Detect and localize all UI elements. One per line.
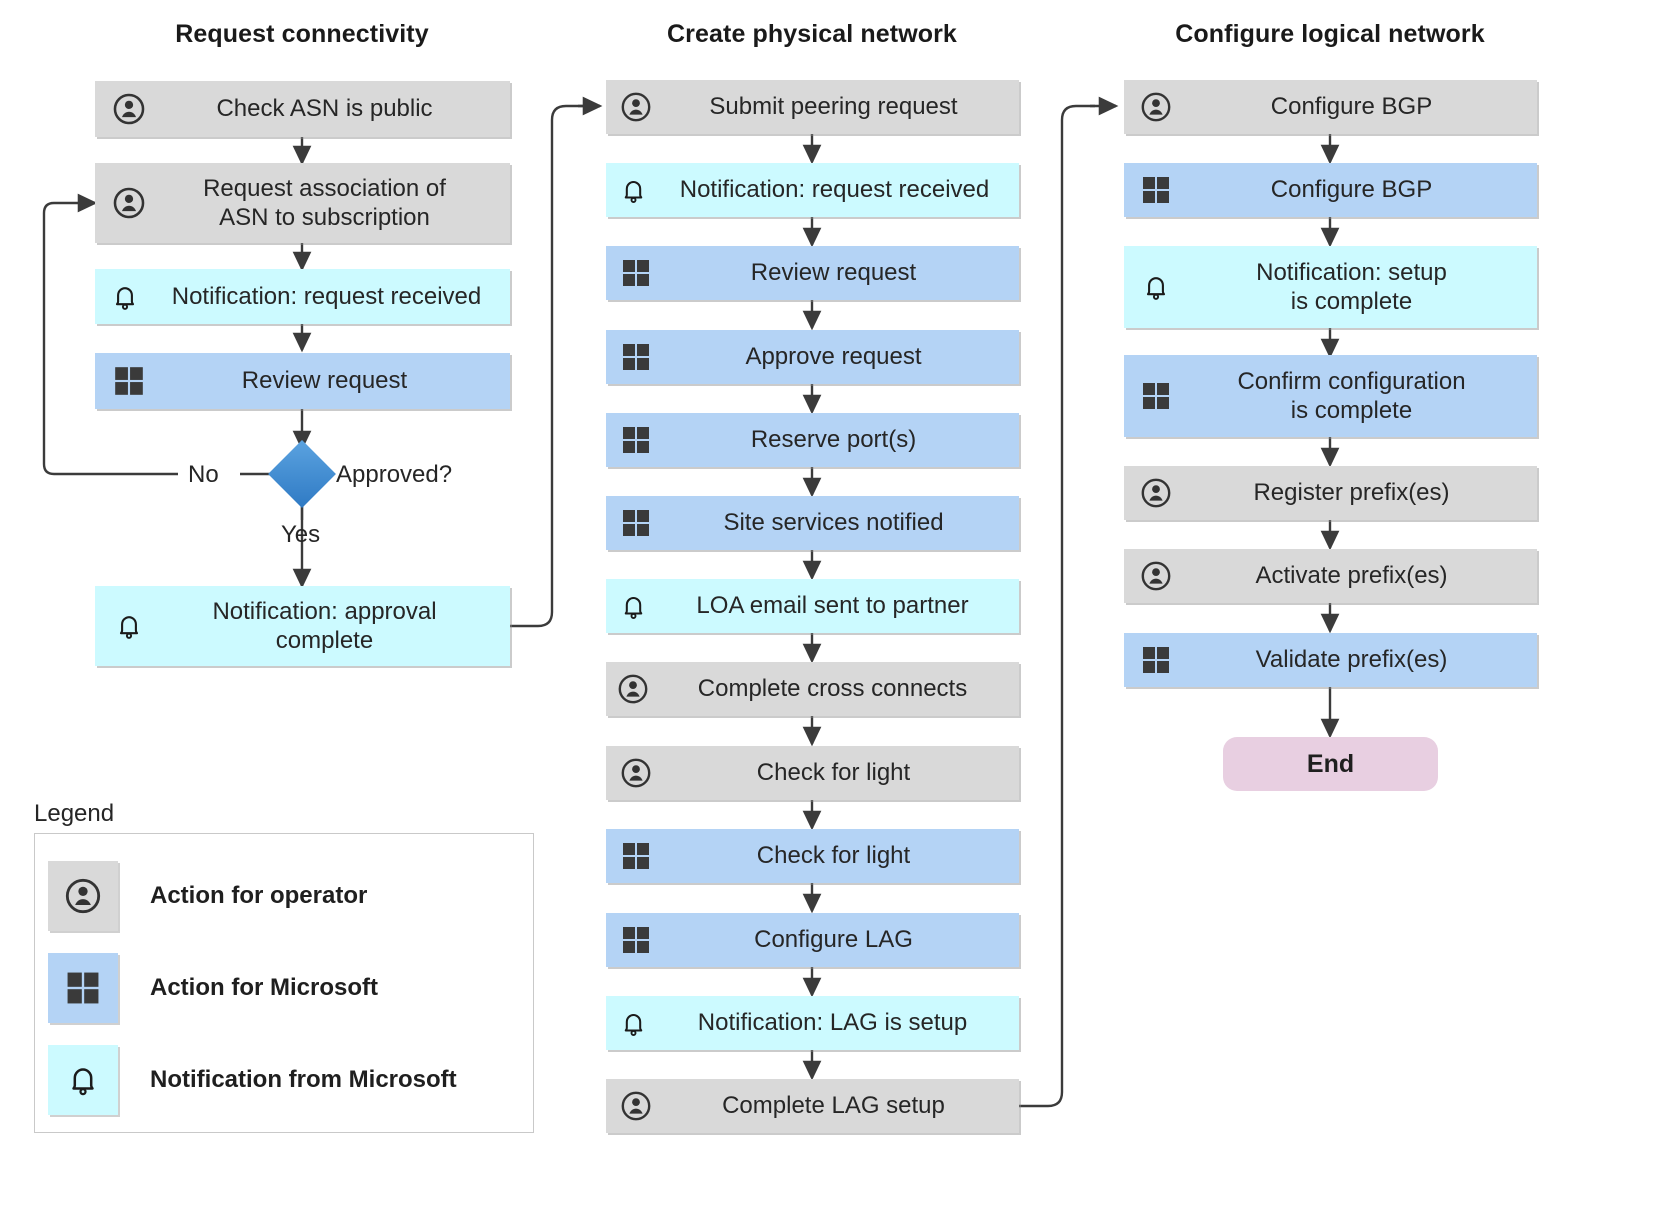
node-site-services-notified[interactable]: Site services notified: [606, 496, 1019, 550]
microsoft-logo-icon: [607, 257, 665, 289]
person-circle-icon: [48, 861, 118, 931]
node-complete-lag-setup[interactable]: Complete LAG setup: [606, 1079, 1019, 1133]
person-circle-icon: [96, 186, 162, 220]
legend-item-operator: Action for operator: [48, 861, 367, 931]
person-circle-icon: [607, 91, 665, 123]
bell-icon: [607, 175, 659, 206]
microsoft-logo-icon: [607, 424, 665, 456]
node-label: Review request: [241, 367, 408, 395]
node-label: Complete cross connects: [697, 675, 968, 703]
node-notification-request-received[interactable]: Notification: request received: [95, 269, 510, 324]
node-label: Notification: setup is complete: [1256, 258, 1447, 315]
node-label: Configure BGP: [1270, 93, 1433, 121]
decision-no-label: No: [188, 461, 219, 488]
terminator-end[interactable]: End: [1223, 737, 1438, 791]
node-label: Check for light: [756, 842, 911, 870]
legend-label: Action for operator: [150, 882, 368, 909]
node-configure-bgp-operator[interactable]: Configure BGP: [1124, 80, 1537, 134]
node-label: Configure LAG: [754, 926, 913, 954]
node-notification-request-received-2[interactable]: Notification: request received: [606, 163, 1019, 217]
decision-approved[interactable]: [268, 440, 336, 508]
node-label: Activate prefix(es): [1255, 562, 1448, 590]
node-label: Check ASN is public: [216, 95, 433, 123]
microsoft-logo-icon: [607, 924, 665, 956]
node-register-prefixes[interactable]: Register prefix(es): [1124, 466, 1537, 520]
node-check-for-light-microsoft[interactable]: Check for light: [606, 829, 1019, 883]
bell-icon: [1125, 271, 1187, 303]
node-label: Approve request: [745, 343, 922, 371]
microsoft-logo-icon: [1125, 380, 1187, 412]
node-label: LOA email sent to partner: [696, 592, 969, 620]
node-label: Configure BGP: [1270, 176, 1433, 204]
node-label: Request association of ASN to subscripti…: [203, 174, 446, 231]
bell-icon: [607, 1008, 659, 1039]
node-label: Check for light: [756, 759, 911, 787]
node-label: Complete LAG setup: [722, 1092, 945, 1120]
node-label: Notification: request received: [171, 282, 482, 310]
legend-label: Action for Microsoft: [150, 974, 378, 1001]
node-check-asn-is-public[interactable]: Check ASN is public: [95, 81, 510, 137]
person-circle-icon: [607, 673, 659, 705]
node-label: Confirm configuration is complete: [1237, 367, 1466, 424]
node-loa-email-sent-to-partner[interactable]: LOA email sent to partner: [606, 579, 1019, 633]
node-label: Register prefix(es): [1253, 479, 1450, 507]
bell-icon: [96, 281, 154, 313]
microsoft-logo-icon: [607, 507, 665, 539]
legend-label: Notification from Microsoft: [150, 1066, 457, 1093]
node-request-association-of-asn[interactable]: Request association of ASN to subscripti…: [95, 163, 510, 243]
legend-item-notification: Notification from Microsoft: [48, 1045, 457, 1115]
microsoft-logo-icon: [607, 341, 665, 373]
node-label: Notification: LAG is setup: [697, 1009, 968, 1037]
node-complete-cross-connects[interactable]: Complete cross connects: [606, 662, 1019, 716]
node-label: Reserve port(s): [750, 426, 917, 454]
node-submit-peering-request[interactable]: Submit peering request: [606, 80, 1019, 134]
node-label: Notification: approval complete: [212, 597, 437, 654]
node-configure-lag[interactable]: Configure LAG: [606, 913, 1019, 967]
node-confirm-configuration[interactable]: Confirm configuration is complete: [1124, 355, 1537, 437]
node-notification-setup-complete[interactable]: Notification: setup is complete: [1124, 246, 1537, 328]
node-label: Validate prefix(es): [1255, 646, 1448, 674]
person-circle-icon: [607, 757, 665, 789]
microsoft-logo-icon: [48, 953, 118, 1023]
node-notification-approval-complete[interactable]: Notification: approval complete: [95, 586, 510, 666]
microsoft-logo-icon: [607, 840, 665, 872]
bell-icon: [96, 610, 162, 642]
node-validate-prefixes[interactable]: Validate prefix(es): [1124, 633, 1537, 687]
flowchart-canvas: Request connectivity Create physical net…: [0, 0, 1654, 1231]
node-configure-bgp-microsoft[interactable]: Configure BGP: [1124, 163, 1537, 217]
node-label: Review request: [750, 259, 917, 287]
person-circle-icon: [1125, 91, 1187, 123]
column-title-create-physical-network: Create physical network: [667, 20, 957, 48]
person-circle-icon: [607, 1090, 665, 1122]
node-check-for-light-operator[interactable]: Check for light: [606, 746, 1019, 800]
person-circle-icon: [96, 92, 162, 126]
column-title-request-connectivity: Request connectivity: [175, 20, 429, 48]
bell-icon: [48, 1045, 118, 1115]
node-reserve-ports[interactable]: Reserve port(s): [606, 413, 1019, 467]
microsoft-logo-icon: [1125, 174, 1187, 206]
node-approve-request[interactable]: Approve request: [606, 330, 1019, 384]
node-review-request[interactable]: Review request: [95, 353, 510, 409]
decision-label: Approved?: [336, 461, 453, 488]
node-label: Submit peering request: [709, 93, 958, 121]
node-review-request-2[interactable]: Review request: [606, 246, 1019, 300]
bell-icon: [607, 591, 659, 622]
node-notification-lag-is-setup[interactable]: Notification: LAG is setup: [606, 996, 1019, 1050]
legend-title: Legend: [34, 800, 115, 827]
node-activate-prefixes[interactable]: Activate prefix(es): [1124, 549, 1537, 603]
node-label: Site services notified: [723, 509, 944, 537]
microsoft-logo-icon: [1125, 644, 1187, 676]
decision-yes-label: Yes: [281, 521, 321, 548]
node-label: Notification: request received: [679, 176, 990, 204]
microsoft-logo-icon: [96, 364, 162, 398]
person-circle-icon: [1125, 477, 1187, 509]
legend-item-microsoft: Action for Microsoft: [48, 953, 378, 1023]
column-title-configure-logical-network: Configure logical network: [1175, 20, 1485, 48]
person-circle-icon: [1125, 560, 1187, 592]
terminator-label: End: [1306, 749, 1355, 778]
